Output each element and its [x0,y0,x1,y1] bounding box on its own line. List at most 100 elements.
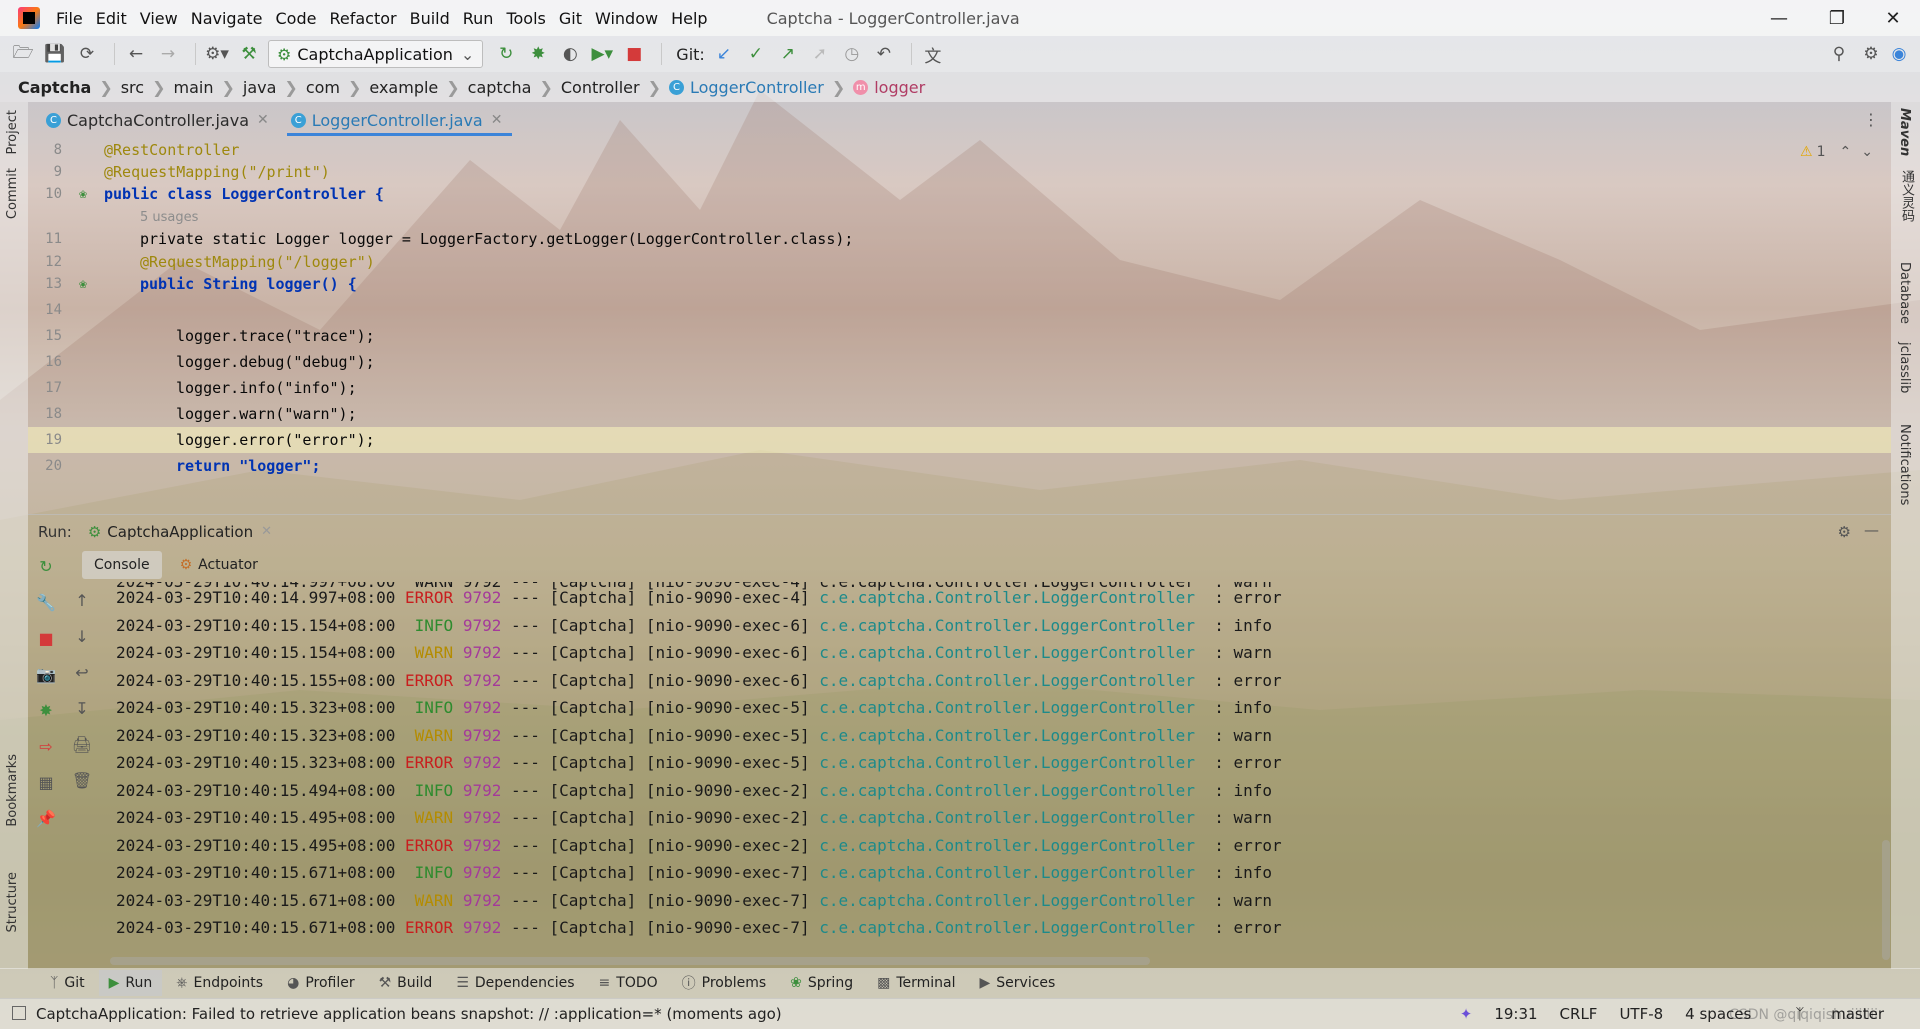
menu-file[interactable]: File [56,9,83,28]
breadcrumb-project[interactable]: Captcha [18,78,91,97]
bottom-tab-build[interactable]: ⚒ Build [369,970,443,996]
bottom-tab-terminal[interactable]: ▩ Terminal [867,970,965,996]
breadcrumb-class[interactable]: LoggerController [690,78,824,97]
git-fetch-icon[interactable]: ➚ [807,41,833,67]
database-tool-button[interactable]: Database [1897,262,1912,324]
jclasslib-tool-button[interactable]: jclasslib [1897,342,1912,393]
translate-icon[interactable]: 文 [920,41,946,67]
menu-navigate[interactable]: Navigate [191,9,263,28]
scroll-to-end-icon[interactable]: ↧ [68,694,96,722]
file-encoding[interactable]: UTF-8 [1619,1005,1663,1023]
menu-help[interactable]: Help [671,9,707,28]
forward-arrow-icon[interactable]: → [155,41,181,67]
commit-tool-button[interactable]: Commit [5,168,20,219]
menu-tools[interactable]: Tools [506,9,545,28]
search-icon[interactable]: ⚲ [1826,41,1852,67]
menu-code[interactable]: Code [276,9,317,28]
wrench-icon[interactable]: 🔧 [32,588,60,616]
rerun-icon[interactable]: ↻ [493,41,519,67]
breadcrumb-main[interactable]: main [173,78,213,97]
git-rollback-icon[interactable]: ↶ [871,41,897,67]
pin-icon[interactable]: 📌 [32,804,60,832]
bottom-tab-run[interactable]: ▶ Run [98,970,163,996]
status-toggle-icon[interactable] [12,1006,26,1020]
horizontal-scrollbar[interactable] [110,957,1150,965]
breadcrumb-java[interactable]: java [243,78,277,97]
run-configuration-selector[interactable]: ⚙ CaptchaApplication ⌄ [268,40,484,68]
indent-setting[interactable]: 4 spaces [1685,1005,1751,1023]
debug-icon[interactable]: ✸ [525,41,551,67]
git-commit-icon[interactable]: ✓ [743,41,769,67]
tab-actuator[interactable]: ⚙ Actuator [168,551,270,579]
breadcrumb-method[interactable]: logger [874,78,925,97]
status-message[interactable]: CaptchaApplication: Failed to retrieve a… [36,1005,782,1023]
open-folder-icon[interactable]: 🗁 [10,41,36,67]
minimize-window-icon[interactable]: — [1756,0,1802,36]
menu-view[interactable]: View [140,9,178,28]
scroll-down-icon[interactable]: ↓ [68,622,96,650]
scroll-up-icon[interactable]: ↑ [68,586,96,614]
console-output[interactable]: 2024-03-29T10:40:14.997+08:00 WARN 9792 … [110,582,1890,957]
spring-bean-gutter-icon[interactable]: ❀ [62,187,104,202]
tab-captcha-controller[interactable]: C CaptchaController.java ✕ [42,104,279,136]
menu-build[interactable]: Build [410,9,450,28]
minimize-panel-icon[interactable]: — [1864,521,1879,539]
bookmarks-tool-button[interactable]: Bookmarks [5,754,20,827]
layout-icon[interactable]: ▦ [32,768,60,796]
profile-icon[interactable]: ▶▾ [589,41,615,67]
bottom-tab-git[interactable]: ᛉ Git [40,970,95,996]
breadcrumb-captcha[interactable]: captcha [468,78,532,97]
rerun-icon[interactable]: ↻ [32,552,60,580]
stop-icon[interactable]: ■ [621,41,647,67]
breadcrumb-example[interactable]: example [369,78,438,97]
git-branch[interactable]: ᛉ master [1773,1005,1884,1023]
restore-window-icon[interactable]: ❐ [1814,0,1860,36]
print-icon[interactable]: 🖨 [68,730,96,758]
bottom-tab-problems[interactable]: ⓘ Problems [672,970,777,996]
close-tab-icon[interactable]: ✕ [257,112,269,128]
ai-assistant-icon[interactable]: ✦ [1460,1005,1473,1023]
breadcrumb-src[interactable]: src [121,78,144,97]
caret-position[interactable]: 19:31 [1494,1005,1537,1023]
bottom-tab-dependencies[interactable]: ☰ Dependencies [446,970,584,996]
jetbrains-toolbox-icon[interactable]: ◉ [1886,41,1912,67]
bottom-tab-profiler[interactable]: ◕ Profiler [277,970,365,996]
back-arrow-icon[interactable]: ← [123,41,149,67]
camera-icon[interactable]: 📷 [32,660,60,688]
coverage-icon[interactable]: ◐ [557,41,583,67]
save-all-icon[interactable]: 💾 [42,41,68,67]
build-hammer-icon[interactable]: ⚒ [236,41,262,67]
git-push-icon[interactable]: ↗ [775,41,801,67]
trash-icon[interactable]: 🗑 [68,766,96,794]
menu-git[interactable]: Git [559,9,582,28]
vertical-scrollbar[interactable] [1882,840,1890,960]
request-mapping-gutter-icon[interactable]: ❀ [62,277,104,292]
git-history-icon[interactable]: ◷ [839,41,865,67]
menu-refactor[interactable]: Refactor [329,9,396,28]
run-tab-captcha-application[interactable]: ⚙ CaptchaApplication ✕ [88,523,272,541]
project-tool-button[interactable]: Project [5,110,20,154]
menu-window[interactable]: Window [595,9,658,28]
bottom-tab-spring[interactable]: ❀ Spring [780,970,863,996]
close-window-icon[interactable]: ✕ [1870,0,1916,36]
debug-icon[interactable]: ✸ [32,696,60,724]
soft-wrap-icon[interactable]: ↩ [68,658,96,686]
menu-edit[interactable]: Edit [96,9,127,28]
stop-icon[interactable]: ■ [32,624,60,652]
git-update-icon[interactable]: ↙ [711,41,737,67]
menu-run[interactable]: Run [463,9,494,28]
structure-tool-button[interactable]: Structure [5,872,20,932]
breadcrumb-com[interactable]: com [306,78,340,97]
bottom-tab-services[interactable]: ▶ Services [970,970,1066,996]
plugin-tool-button[interactable]: 通义灵码 [1897,170,1916,222]
maven-tool-button[interactable]: Maven [1897,108,1912,156]
bottom-tab-todo[interactable]: ≡ TODO [589,970,668,996]
intellij-logo-icon[interactable] [18,7,40,29]
settings-gear-icon[interactable]: ⚙ [1858,41,1884,67]
close-tab-icon[interactable]: ✕ [491,112,503,128]
sync-icon[interactable]: ⟳ [74,41,100,67]
notifications-tool-button[interactable]: Notifications [1897,424,1912,505]
breadcrumb-controller[interactable]: Controller [561,78,640,97]
line-separator[interactable]: CRLF [1560,1005,1598,1023]
tab-logger-controller[interactable]: C LoggerController.java ✕ [286,104,513,136]
